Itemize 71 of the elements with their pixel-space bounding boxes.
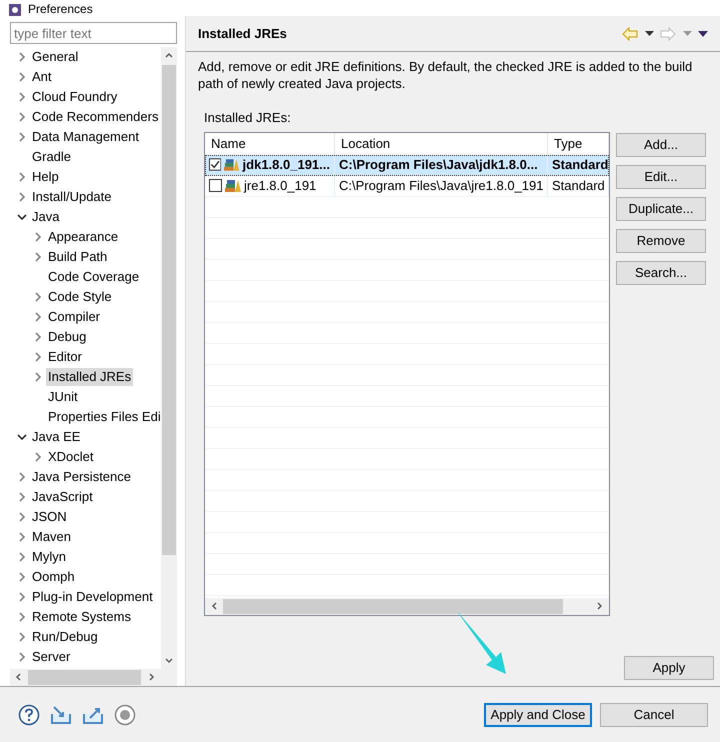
books-icon: [225, 179, 241, 192]
page-title: Installed JREs: [198, 24, 288, 43]
tree-item[interactable]: Properties Files Edi: [46, 408, 161, 426]
tree-item[interactable]: Editor: [46, 348, 84, 366]
filter-field[interactable]: type filter text: [10, 22, 177, 44]
tree-item[interactable]: Remote Systems: [30, 608, 133, 626]
tree-item[interactable]: Appearance: [46, 228, 120, 246]
tree-item[interactable]: Help: [30, 168, 61, 186]
tree-item[interactable]: Installed JREs: [46, 368, 134, 386]
apply-button[interactable]: Apply: [624, 656, 714, 680]
side-button[interactable]: Search...: [616, 260, 706, 284]
dialog-button[interactable]: Apply and Close: [484, 702, 592, 726]
side-button[interactable]: Duplicate...: [616, 196, 706, 220]
tree-item[interactable]: Ant: [30, 68, 54, 86]
table-label: Installed JREs:: [203, 109, 292, 127]
tree-item[interactable]: Mylyn: [30, 548, 68, 566]
scroll-right-icon[interactable]: [595, 600, 605, 610]
tree-item[interactable]: Oomph: [30, 568, 77, 586]
vertical-scrollbar[interactable]: [161, 47, 177, 669]
books-icon: [224, 158, 240, 171]
table-cell-text: jdk1.8.0_191...: [242, 156, 330, 174]
horizontal-scrollbar[interactable]: [10, 669, 177, 686]
tree-item[interactable]: Code Recommenders: [30, 108, 160, 126]
tree-item[interactable]: Run/Debug: [30, 628, 100, 646]
help-icon[interactable]: [18, 704, 40, 726]
dropdown-icon[interactable]: [644, 30, 654, 36]
tree-item[interactable]: Cloud Foundry: [30, 88, 120, 106]
table-cell-text: Standard: [552, 156, 608, 174]
record-icon[interactable]: [114, 704, 136, 726]
import-icon[interactable]: [50, 704, 72, 724]
scroll-left-icon[interactable]: [13, 672, 23, 682]
tree-item[interactable]: General: [30, 48, 80, 66]
tree-item[interactable]: Gradle: [30, 148, 74, 166]
scroll-right-icon[interactable]: [147, 672, 157, 682]
tree-item[interactable]: Java EE: [30, 428, 82, 446]
checkbox[interactable]: [209, 158, 222, 171]
table-cell-text: jre1.8.0_191: [244, 176, 316, 195]
table-cell-text: C:\Program Files\Java\jre1.8.0_191: [339, 176, 544, 195]
tree-item[interactable]: Java Persistence: [30, 468, 133, 486]
table-row[interactable]: jdk1.8.0_191... C:\Program Files\Java\jdk1.8.0... Standard: [205, 154, 609, 176]
dialog-button[interactable]: Cancel: [600, 702, 708, 726]
tree-item[interactable]: Maven: [30, 528, 74, 546]
back-arrow-icon[interactable]: [622, 26, 638, 40]
tree-item[interactable]: Code Style: [46, 288, 114, 306]
tree-item[interactable]: Plug-in Development: [30, 588, 155, 606]
tree-item[interactable]: Data Management: [30, 128, 141, 146]
scroll-down-icon[interactable]: [164, 656, 174, 666]
tree-item[interactable]: Server: [30, 648, 72, 666]
table-cell-text: Standard: [552, 176, 605, 195]
tree-item[interactable]: JSON: [30, 508, 69, 526]
scroll-up-icon[interactable]: [164, 50, 174, 60]
tree-item[interactable]: Debug: [46, 328, 88, 346]
tree-item[interactable]: Java: [30, 208, 62, 226]
forward-arrow-icon[interactable]: [660, 26, 676, 40]
description-text: Add, remove or edit JRE definitions. By default, the checked JRE is added to the build path of newly created Java projects.: [197, 58, 694, 92]
scroll-left-icon[interactable]: [209, 600, 219, 610]
side-button[interactable]: Add...: [616, 132, 706, 156]
checkbox[interactable]: [209, 179, 222, 192]
tree-item[interactable]: JavaScript: [30, 488, 95, 506]
side-button[interactable]: Edit...: [616, 164, 706, 188]
tree-item[interactable]: JUnit: [46, 388, 80, 406]
window-title: Preferences: [28, 2, 93, 16]
table-cell-text: C:\Program Files\Java\jdk1.8.0...: [339, 156, 538, 174]
horizontal-scrollbar[interactable]: [205, 598, 609, 614]
tree-item[interactable]: XDoclet: [46, 448, 96, 466]
tree-item[interactable]: Code Coverage: [46, 268, 142, 286]
tree-item[interactable]: Compiler: [46, 308, 102, 326]
tree-item[interactable]: Install/Update: [30, 188, 114, 206]
tree-item[interactable]: Build Path: [46, 248, 110, 266]
side-button[interactable]: Remove: [616, 228, 706, 252]
view-menu-icon[interactable]: [698, 30, 708, 36]
